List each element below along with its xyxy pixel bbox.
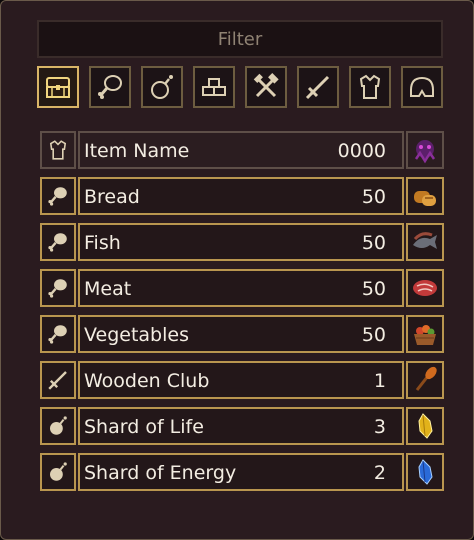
category-cell xyxy=(40,407,76,445)
item-image-cell xyxy=(406,361,444,399)
item-name: Shard of Life xyxy=(84,416,204,438)
list-item[interactable]: Bread 50 xyxy=(40,177,444,215)
list-item[interactable]: Shard of Life 3 xyxy=(40,407,444,445)
category-cell xyxy=(40,269,76,307)
category-cell xyxy=(40,453,76,491)
item-name: Wooden Club xyxy=(84,370,210,392)
blue-shard-icon xyxy=(418,459,433,485)
bread-icon xyxy=(414,191,436,206)
armor-icon xyxy=(359,74,381,99)
vegetable-basket-icon xyxy=(414,325,436,345)
item-image-cell xyxy=(406,315,444,353)
item-name-cell: Wooden Club 1 xyxy=(78,361,404,399)
header-image-cell xyxy=(406,131,444,169)
item-name: Shard of Energy xyxy=(84,462,237,484)
item-quantity: 50 xyxy=(361,186,386,208)
list-item[interactable]: Meat 50 xyxy=(40,269,444,307)
item-image-cell xyxy=(406,223,444,261)
item-quantity: 50 xyxy=(361,232,386,254)
item-quantity: 2 xyxy=(373,462,386,484)
item-image-cell xyxy=(406,453,444,491)
sword-icon xyxy=(48,371,67,390)
helmet-icon xyxy=(410,76,434,97)
header-item-name: Item Name xyxy=(84,140,190,162)
purple-creature-icon xyxy=(414,140,436,164)
category-tabs xyxy=(37,66,445,112)
list-item[interactable]: Fish 50 xyxy=(40,223,444,261)
drumstick-icon xyxy=(98,75,122,99)
tab-helmets[interactable] xyxy=(401,66,443,108)
item-name: Vegetables xyxy=(84,324,189,346)
item-quantity: 3 xyxy=(373,416,386,438)
filter-input[interactable]: Filter xyxy=(37,20,443,58)
bomb-potion-icon xyxy=(151,75,173,99)
sword-icon xyxy=(305,75,330,100)
item-quantity: 1 xyxy=(373,370,386,392)
fish-icon xyxy=(413,232,437,249)
item-name-cell: Bread 50 xyxy=(78,177,404,215)
club-icon xyxy=(415,366,437,391)
tab-consumables[interactable] xyxy=(141,66,183,108)
bomb-potion-icon xyxy=(50,416,67,435)
bricks-icon xyxy=(202,78,226,96)
item-name-cell: Meat 50 xyxy=(78,269,404,307)
armor-icon xyxy=(49,140,67,160)
category-cell xyxy=(40,361,76,399)
category-cell xyxy=(40,315,76,353)
item-name-cell: Shard of Energy 2 xyxy=(78,453,404,491)
item-name-cell: Fish 50 xyxy=(78,223,404,261)
header-quantity: 0000 xyxy=(337,140,386,162)
drumstick-icon xyxy=(48,187,67,206)
crossed-tools-icon xyxy=(253,73,279,98)
tab-all-items[interactable] xyxy=(37,66,79,108)
header-category-cell xyxy=(40,131,76,169)
item-image-cell xyxy=(406,177,444,215)
drumstick-icon xyxy=(48,325,67,344)
item-header-row: Item Name 0000 xyxy=(40,131,444,169)
item-name: Bread xyxy=(84,186,140,208)
tab-materials[interactable] xyxy=(193,66,235,108)
drumstick-icon xyxy=(48,233,67,252)
item-quantity: 50 xyxy=(361,278,386,300)
item-image-cell xyxy=(406,269,444,307)
item-quantity: 50 xyxy=(361,324,386,346)
list-item[interactable]: Wooden Club 1 xyxy=(40,361,444,399)
item-name: Fish xyxy=(84,232,121,254)
inventory-panel: Filter Item Name 0000 Bread 50 Fish 50 M… xyxy=(0,0,474,540)
item-image-cell xyxy=(406,407,444,445)
category-cell xyxy=(40,223,76,261)
item-name-cell: Shard of Life 3 xyxy=(78,407,404,445)
tab-weapons[interactable] xyxy=(297,66,339,108)
tab-armor[interactable] xyxy=(349,66,391,108)
tab-food[interactable] xyxy=(89,66,131,108)
meat-icon xyxy=(413,280,437,296)
item-name: Meat xyxy=(84,278,132,300)
list-item[interactable]: Shard of Energy 2 xyxy=(40,453,444,491)
drumstick-icon xyxy=(48,279,67,298)
chest-icon xyxy=(46,77,70,98)
category-cell xyxy=(40,177,76,215)
tab-tools[interactable] xyxy=(245,66,287,108)
header-name-cell: Item Name 0000 xyxy=(78,131,404,169)
list-item[interactable]: Vegetables 50 xyxy=(40,315,444,353)
item-name-cell: Vegetables 50 xyxy=(78,315,404,353)
yellow-shard-icon xyxy=(418,413,433,439)
bomb-potion-icon xyxy=(50,462,67,481)
